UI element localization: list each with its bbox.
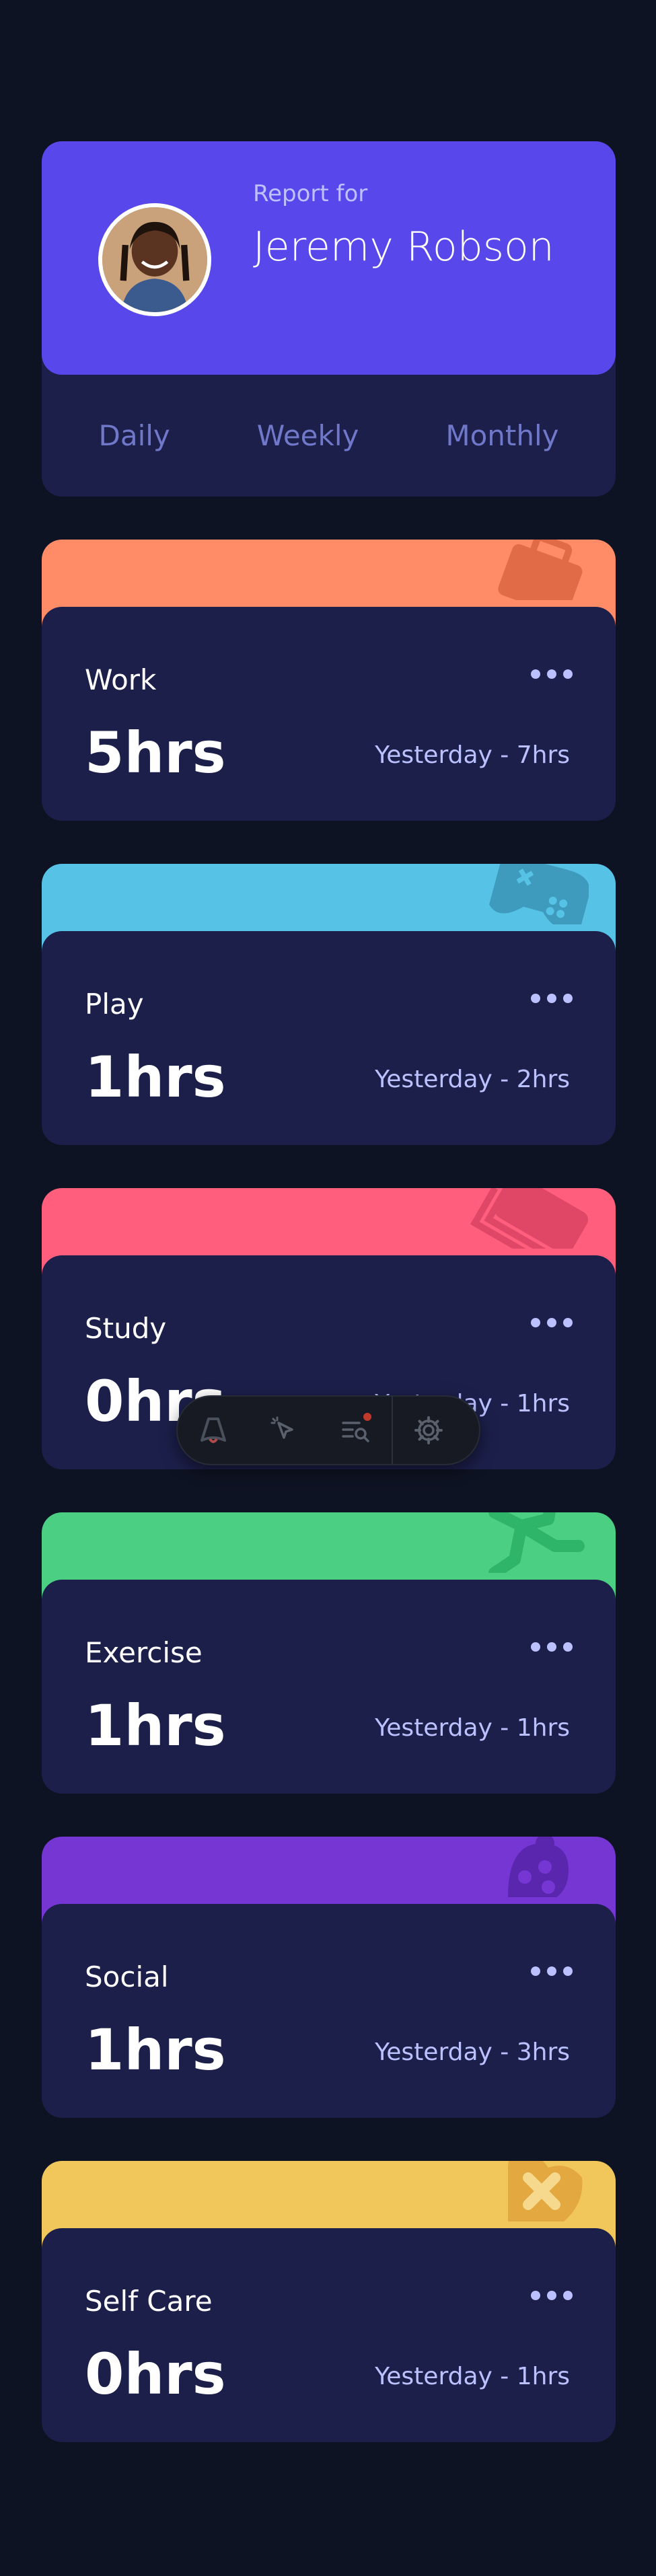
activity-title: Play <box>85 988 144 1021</box>
activity-hours: 1hrs <box>85 1693 226 1759</box>
social-icon <box>468 1837 589 1897</box>
card-body: Self Care 0hrs Yesterday - 1hrs <box>42 2228 616 2442</box>
ellipsis-icon[interactable] <box>531 1633 573 1660</box>
activity-title: Study <box>85 1312 167 1345</box>
ellipsis-icon[interactable] <box>531 985 573 1012</box>
report-for-label: Report for <box>253 180 368 207</box>
activity-hours: 5hrs <box>85 720 226 786</box>
activity-previous: Yesterday - 3hrs <box>375 2038 570 2066</box>
activity-hours: 0hrs <box>85 2341 226 2407</box>
avatar <box>98 203 211 316</box>
activity-card-work: Work 5hrs Yesterday - 7hrs <box>42 540 616 821</box>
activity-title: Self Care <box>85 2285 213 2318</box>
activity-previous: Yesterday - 1hrs <box>375 1714 570 1742</box>
activity-card-social: Social 1hrs Yesterday - 3hrs <box>42 1837 616 2118</box>
activity-title: Social <box>85 1960 169 1993</box>
tab-weekly[interactable]: Weekly <box>257 419 359 452</box>
card-body: Play 1hrs Yesterday - 2hrs <box>42 931 616 1145</box>
heart-plus-icon <box>468 2161 589 2221</box>
book-icon <box>468 1188 589 1249</box>
pointer-select-icon[interactable] <box>249 1397 320 1464</box>
astro-logo-icon[interactable] <box>178 1397 249 1464</box>
activity-title: Exercise <box>85 1636 203 1669</box>
ellipsis-icon[interactable] <box>531 1309 573 1336</box>
activity-hours: 1hrs <box>85 1044 226 1110</box>
briefcase-icon <box>468 540 589 600</box>
activity-title: Work <box>85 663 157 696</box>
user-avatar-photo-icon <box>102 207 207 312</box>
search-list-icon[interactable] <box>320 1397 392 1464</box>
period-tabs: Daily Weekly Monthly <box>42 375 616 496</box>
ellipsis-icon[interactable] <box>531 661 573 688</box>
activity-previous: Yesterday - 2hrs <box>375 1066 570 1093</box>
tab-daily[interactable]: Daily <box>98 419 170 452</box>
ellipsis-icon[interactable] <box>531 2282 573 2309</box>
tab-monthly[interactable]: Monthly <box>445 419 558 452</box>
profile-card: Report for Jeremy Robson Daily Weekly Mo… <box>42 141 616 496</box>
ellipsis-icon[interactable] <box>531 1958 573 1985</box>
user-name: Jeremy Robson <box>253 223 554 270</box>
gamepad-icon <box>468 864 589 924</box>
card-body: Social 1hrs Yesterday - 3hrs <box>42 1904 616 2118</box>
activity-card-exercise: Exercise 1hrs Yesterday - 1hrs <box>42 1512 616 1794</box>
activity-card-self-care: Self Care 0hrs Yesterday - 1hrs <box>42 2161 616 2442</box>
notification-dot <box>363 1413 371 1421</box>
profile-header: Report for Jeremy Robson <box>42 141 616 375</box>
activity-hours: 1hrs <box>85 2017 226 2083</box>
dev-toolbar <box>176 1395 480 1465</box>
card-body: Exercise 1hrs Yesterday - 1hrs <box>42 1580 616 1794</box>
activity-card-play: Play 1hrs Yesterday - 2hrs <box>42 864 616 1145</box>
dashboard: Report for Jeremy Robson Daily Weekly Mo… <box>42 141 616 2442</box>
gear-icon[interactable] <box>393 1397 464 1464</box>
activity-previous: Yesterday - 7hrs <box>375 741 570 769</box>
activity-previous: Yesterday - 1hrs <box>375 2363 570 2390</box>
card-body: Work 5hrs Yesterday - 7hrs <box>42 607 616 821</box>
running-person-icon <box>468 1512 589 1573</box>
